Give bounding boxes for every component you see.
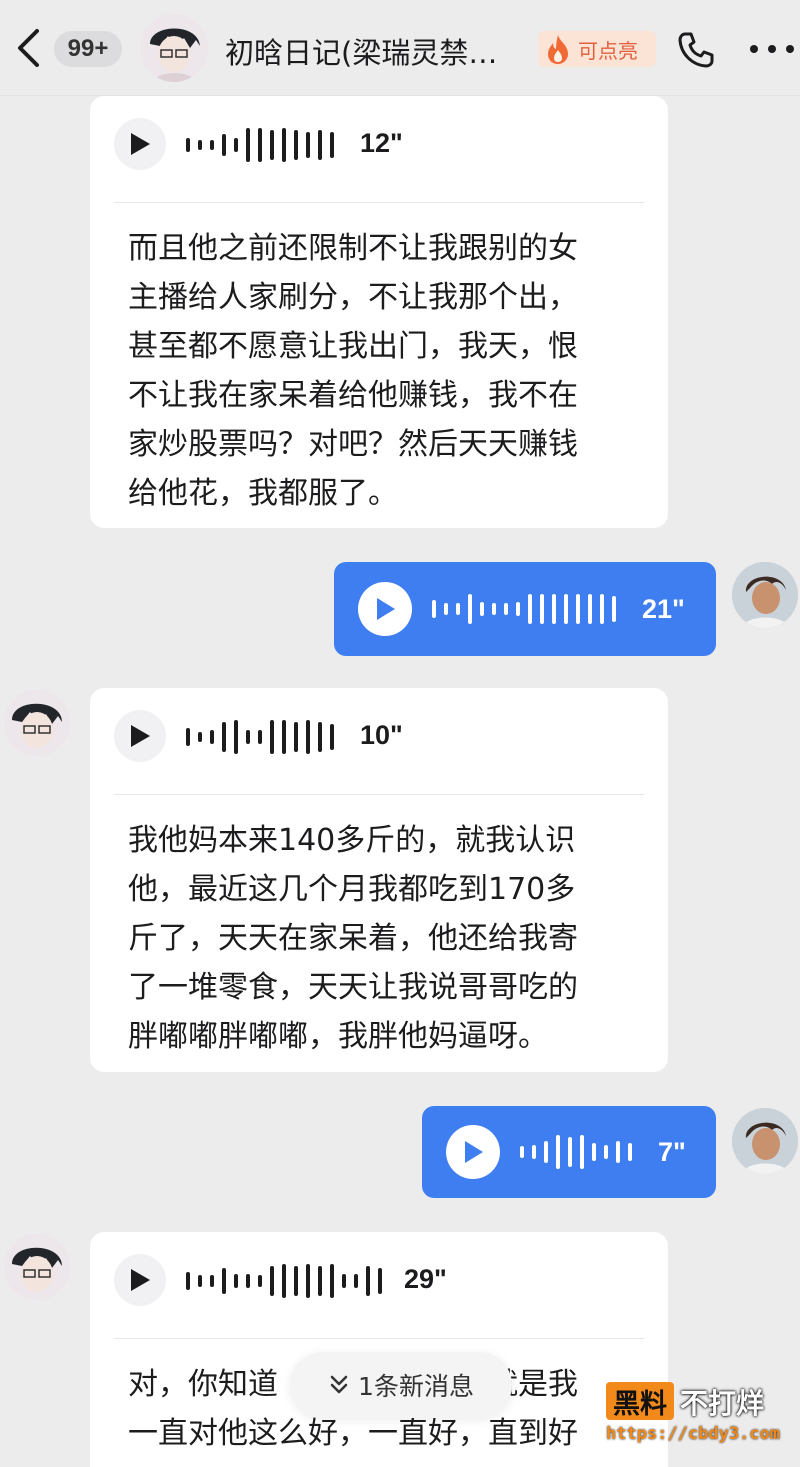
play-icon (131, 133, 150, 155)
play-button[interactable] (114, 710, 166, 762)
new-messages-button[interactable]: 1条新消息 (290, 1352, 512, 1418)
voice-duration: 29" (404, 1264, 447, 1294)
voice-duration: 10" (360, 720, 403, 750)
play-button[interactable] (446, 1125, 500, 1179)
transcript-line: 而且他之前还限制不让我跟别的女 (128, 231, 578, 266)
play-icon (377, 598, 395, 620)
voice-transcript: 我他妈本来140多斤的，就我认识 他，最近这几个月我都吃到170多 斤了，天天在… (128, 816, 638, 1061)
double-chevron-down-icon (330, 1375, 348, 1394)
transcript-line: 不让我在家呆着给他赚钱，我不在 (128, 378, 578, 413)
chevron-left-icon (18, 29, 39, 67)
my-avatar[interactable] (732, 1108, 798, 1174)
contact-avatar[interactable] (140, 14, 208, 82)
dot-icon (786, 45, 794, 53)
new-messages-label: 1条新消息 (358, 1372, 474, 1401)
play-icon (131, 725, 150, 747)
chat-title: 初晗日记(梁瑞灵禁… (225, 36, 498, 70)
unread-count-badge[interactable]: 99+ (54, 31, 122, 67)
chat-header: 99+ 初晗日记(梁瑞灵禁… 可点亮 (0, 0, 800, 96)
transcript-line: 我他妈本来140多斤的，就我认识 (128, 823, 576, 858)
transcript-line: 主播给人家刷分，不让我那个出， (128, 280, 578, 315)
watermark-url: https://cbdy3.com (606, 1424, 780, 1444)
waveform-icon (186, 128, 334, 162)
transcript-line: 胖嘟嘟胖嘟嘟，我胖他妈逼呀。 (128, 1019, 548, 1054)
received-voice-message: 29" 对，你知道 就是我 一直对他这么好，一直好，直到好 (90, 1232, 668, 1467)
play-icon (131, 1269, 150, 1291)
voice-player[interactable]: 12" (114, 118, 634, 174)
play-button[interactable] (358, 582, 412, 636)
watermark: 黑料 不打烊 https://cbdy3.com (606, 1380, 796, 1462)
voice-player[interactable]: 10" (114, 710, 634, 766)
sent-voice-message[interactable]: 21" (334, 562, 716, 656)
transcript-line: 甚至都不愿意让我出门，我天，恨 (128, 329, 578, 364)
transcript-line: 他，最近这几个月我都吃到170多 (128, 872, 576, 907)
contact-avatar[interactable] (4, 1234, 70, 1300)
my-avatar[interactable] (732, 562, 798, 628)
play-button[interactable] (114, 1254, 166, 1306)
light-up-label: 可点亮 (578, 38, 638, 63)
play-button[interactable] (114, 118, 166, 170)
divider (114, 794, 644, 795)
play-icon (465, 1141, 483, 1163)
voice-transcript: 而且他之前还限制不让我跟别的女 主播给人家刷分，不让我那个出， 甚至都不愿意让我… (128, 224, 638, 518)
phone-call-button[interactable] (676, 30, 716, 70)
back-button[interactable] (10, 28, 46, 68)
waveform-icon (186, 1264, 382, 1298)
divider (114, 1338, 644, 1339)
transcript-line: 斤了，天天在家呆着，他还给我寄 (128, 921, 578, 956)
sent-voice-message[interactable]: 7" (422, 1106, 716, 1198)
dot-icon (750, 45, 758, 53)
received-voice-message: 10" 我他妈本来140多斤的，就我认识 他，最近这几个月我都吃到170多 斤了… (90, 688, 668, 1072)
voice-duration: 12" (360, 128, 403, 158)
waveform-icon (432, 594, 616, 624)
transcript-line: 家炒股票吗？对吧？然后天天赚钱 (128, 427, 578, 462)
more-options-button[interactable] (750, 34, 794, 64)
waveform-icon (520, 1135, 632, 1169)
divider (114, 202, 644, 203)
transcript-line: 给他花，我都服了。 (128, 476, 398, 511)
flame-icon (548, 35, 568, 64)
dot-icon (768, 45, 776, 53)
watermark-badge: 黑料 (606, 1382, 674, 1420)
received-voice-message: 12" 而且他之前还限制不让我跟别的女 主播给人家刷分，不让我那个出， 甚至都不… (90, 96, 668, 528)
phone-icon (678, 32, 714, 68)
voice-player[interactable]: 29" (114, 1254, 634, 1310)
watermark-text: 不打烊 (680, 1387, 765, 1420)
voice-duration: 21" (642, 594, 685, 624)
voice-duration: 7" (658, 1137, 686, 1167)
contact-avatar[interactable] (4, 690, 70, 756)
waveform-icon (186, 720, 334, 754)
light-up-button[interactable]: 可点亮 (538, 31, 656, 67)
transcript-line: 了一堆零食，天天让我说哥哥吃的 (128, 970, 578, 1005)
